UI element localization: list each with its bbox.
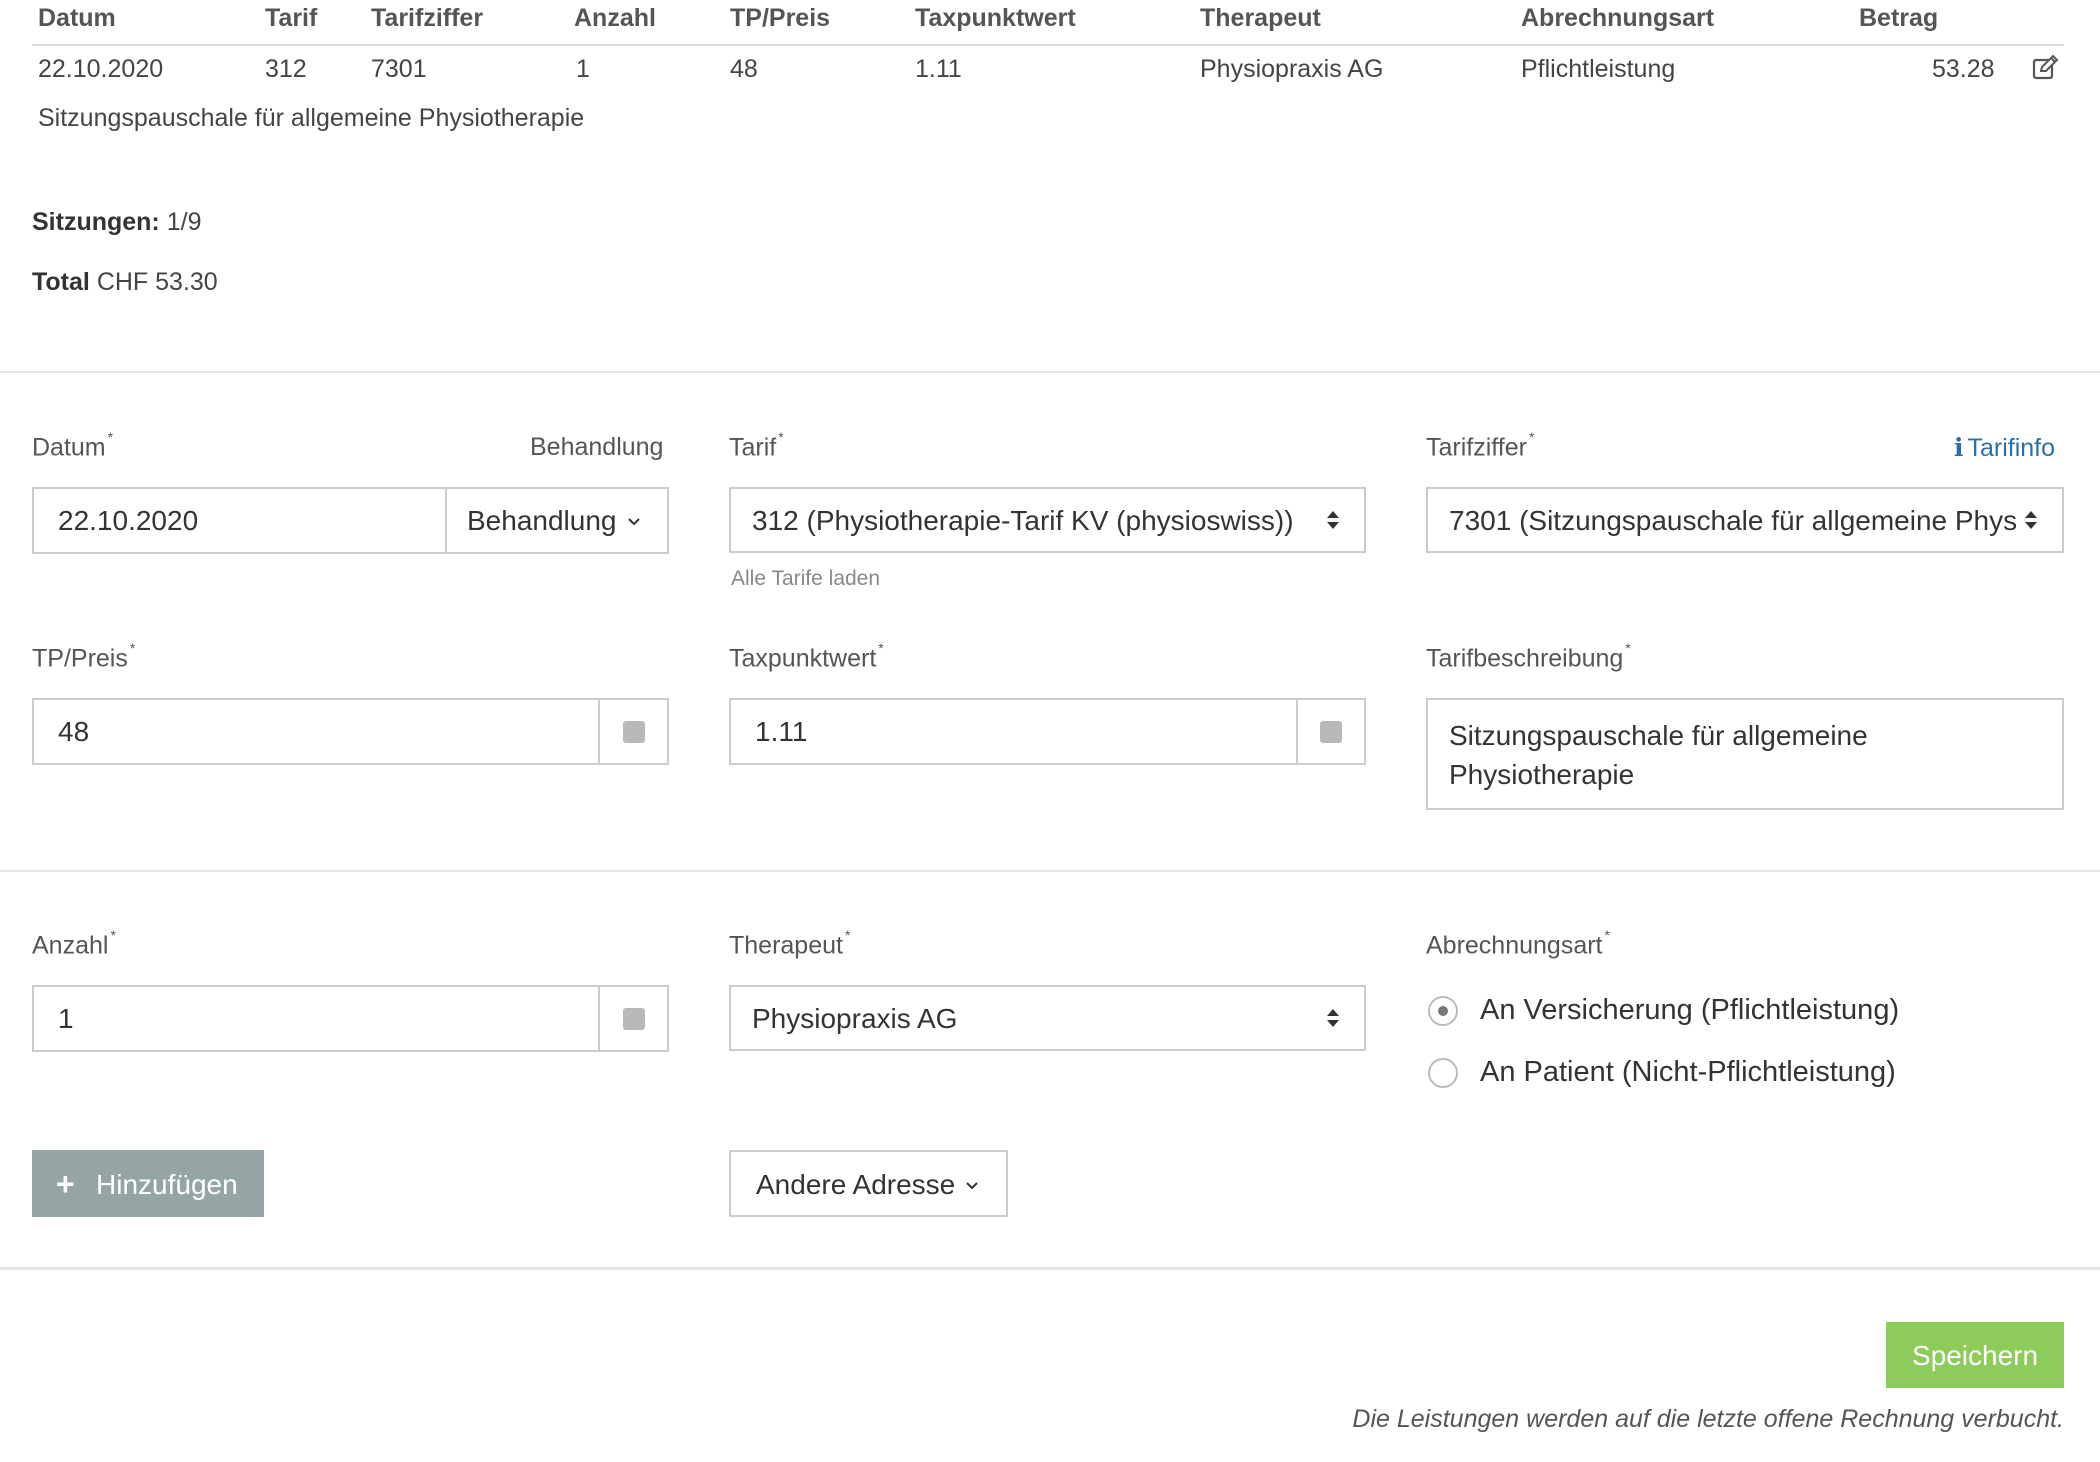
cell-betrag: 53.28	[1932, 55, 1995, 83]
row-description: Sitzungspauschale für allgemeine Physiot…	[38, 104, 585, 132]
cell-tarif: 312	[265, 55, 307, 83]
cell-taxpunktwert: 1.11	[915, 55, 962, 83]
tarifziffer-select-value: 7301 (Sitzungspauschale für allgemeine P…	[1449, 505, 2019, 536]
taxpunktwert-label: Taxpunktwert *	[729, 640, 884, 673]
footer-note: Die Leistungen werden auf die letzte off…	[1352, 1405, 2064, 1433]
abrechnungsart-label: Abrechnungsart *	[1426, 927, 1610, 960]
col-header-betrag: Betrag	[1859, 4, 1939, 32]
therapeut-select[interactable]: Physiopraxis AG	[729, 985, 1366, 1051]
tarifziffer-select[interactable]: 7301 (Sitzungspauschale für allgemeine P…	[1426, 487, 2064, 553]
other-address-button[interactable]: Andere Adresse	[729, 1150, 1008, 1217]
select-arrows-icon	[2025, 511, 2037, 529]
tp-preis-input-group	[32, 698, 669, 765]
col-header-therapeut: Therapeut	[1200, 4, 1321, 32]
cell-therapeut: Physiopraxis AG	[1200, 55, 1384, 83]
radio-versicherung[interactable]	[1428, 996, 1458, 1026]
add-button[interactable]: + Hinzufügen	[32, 1150, 264, 1217]
cell-tp-preis: 48	[730, 55, 758, 83]
section-divider	[0, 1267, 2100, 1270]
save-button[interactable]: Speichern	[1886, 1322, 2064, 1388]
behandlung-label: Behandlung	[530, 433, 664, 461]
tarif-select[interactable]: 312 (Physiotherapie-Tarif KV (physioswis…	[729, 487, 1366, 553]
col-header-tarifziffer: Tarifziffer	[371, 4, 484, 32]
col-header-taxpunktwert: Taxpunktwert	[915, 4, 1076, 32]
plus-icon: +	[56, 1166, 75, 1202]
cell-tarifziffer: 7301	[371, 55, 427, 83]
info-icon: i	[1954, 433, 1964, 462]
anzahl-input[interactable]: 1	[58, 1003, 74, 1035]
cell-datum: 22.10.2020	[38, 55, 164, 83]
therapeut-select-value: Physiopraxis AG	[752, 1003, 958, 1034]
lock-checkbox[interactable]	[623, 721, 645, 743]
tarifziffer-label: Tarifziffer *	[1426, 429, 1535, 462]
taxpunktwert-input-group	[729, 698, 1366, 765]
select-arrows-icon	[1327, 511, 1339, 529]
radio-selected-dot	[1438, 1006, 1448, 1016]
behandlung-button-label: Behandlung	[467, 505, 617, 536]
taxpunktwert-input[interactable]: 1.11	[755, 716, 807, 748]
therapeut-label: Therapeut *	[729, 927, 851, 960]
radio-patient[interactable]	[1428, 1058, 1458, 1088]
chevron-down-icon	[628, 518, 640, 526]
total-value: CHF 53.30	[96, 268, 218, 296]
save-button-label: Speichern	[1911, 1340, 2039, 1371]
tarif-label: Tarif *	[729, 429, 784, 462]
tp-preis-label: TP/Preis *	[32, 640, 136, 673]
section-divider	[0, 371, 2100, 373]
datum-label: Datum *	[32, 429, 114, 462]
col-header-anzahl: Anzahl	[574, 4, 656, 32]
alle-tarife-laden-link[interactable]: Alle Tarife laden	[731, 567, 880, 591]
tarif-select-value: 312 (Physiotherapie-Tarif KV (physioswis…	[752, 505, 1294, 536]
col-header-tarif: Tarif	[265, 4, 318, 32]
input-group-divider	[598, 698, 600, 765]
sessions-value: 1/9	[166, 208, 202, 236]
behandlung-dropdown-button[interactable]: Behandlung	[447, 489, 667, 552]
other-address-label: Andere Adresse	[756, 1169, 956, 1200]
tarifbeschreibung-line-2: Physiotherapie	[1449, 759, 1635, 790]
chevron-down-icon	[966, 1182, 978, 1190]
sessions-summary: Sitzungen: 1/9	[32, 208, 201, 237]
input-group-divider	[598, 985, 600, 1052]
col-header-abrechnungsart: Abrechnungsart	[1521, 4, 1715, 32]
col-header-tp-preis: TP/Preis	[730, 4, 831, 32]
radio-patient-label[interactable]: An Patient (Nicht-Pflichtleistung)	[1480, 1056, 1896, 1089]
tp-preis-input[interactable]: 48	[58, 716, 89, 748]
select-arrows-icon	[1327, 1009, 1339, 1027]
cell-anzahl: 1	[576, 55, 590, 83]
radio-versicherung-label[interactable]: An Versicherung (Pflichtleistung)	[1480, 994, 1899, 1027]
section-divider	[0, 870, 2100, 872]
datum-input[interactable]: 22.10.2020	[58, 505, 198, 537]
anzahl-label: Anzahl *	[32, 927, 116, 960]
add-button-label: Hinzufügen	[96, 1169, 238, 1200]
tarifbeschreibung-textarea[interactable]: Sitzungspauschale für allgemeine Physiot…	[1426, 698, 2064, 810]
sessions-label: Sitzungen:	[32, 208, 160, 236]
edit-icon[interactable]	[2032, 54, 2060, 80]
anzahl-input-group	[32, 985, 669, 1052]
total-label: Total	[32, 268, 90, 296]
tarifbeschreibung-line-1: Sitzungspauschale für allgemeine	[1449, 720, 1868, 751]
col-header-datum: Datum	[38, 4, 116, 32]
table-header-divider	[32, 44, 2064, 46]
tarifinfo-link[interactable]: i Tarifinfo	[1954, 433, 2055, 463]
input-group-divider	[1296, 698, 1298, 765]
cell-abrechnungsart: Pflichtleistung	[1521, 55, 1676, 83]
lock-checkbox[interactable]	[1320, 721, 1342, 743]
total-summary: Total CHF 53.30	[32, 268, 218, 297]
lock-checkbox[interactable]	[623, 1008, 645, 1030]
tarifbeschreibung-label: Tarifbeschreibung *	[1426, 640, 1631, 673]
